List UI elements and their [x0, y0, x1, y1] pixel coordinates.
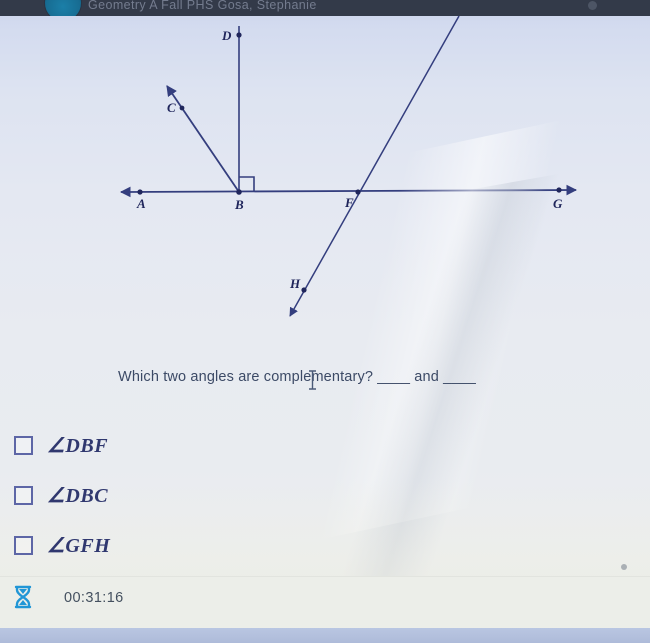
option-row-0[interactable]: ∠DBF: [14, 420, 314, 470]
point-label-A: A: [136, 196, 146, 211]
point-G: [556, 187, 562, 193]
checkbox-unchecked-icon[interactable]: [14, 535, 33, 555]
bottom-edge-strip: [0, 628, 650, 643]
hourglass-icon: [14, 585, 32, 609]
point-label-H: H: [289, 276, 301, 291]
option-label-0: ∠DBF: [47, 434, 109, 457]
timer-text: 00:31:16: [64, 590, 124, 606]
checkbox-unchecked-icon[interactable]: [14, 485, 33, 505]
checkbox-unchecked-icon[interactable]: [14, 435, 33, 455]
quiz-screen: Geometry A Fall PHS Gosa, Stephanie A B …: [0, 0, 650, 643]
point-label-G: G: [553, 196, 563, 211]
answer-options-list: ∠DBF ∠DBC ∠GFH: [14, 420, 314, 570]
screen-speck: [621, 564, 627, 570]
geometry-svg: A B C D F G H: [119, 15, 578, 317]
point-label-B: B: [234, 197, 244, 212]
point-H: [301, 287, 307, 293]
point-A: [137, 189, 143, 195]
question-text: Which two angles are complementary? ____…: [118, 369, 476, 385]
point-F: [355, 189, 361, 195]
point-D: [236, 32, 242, 38]
option-row-1[interactable]: ∠DBC: [14, 470, 314, 520]
point-C: [179, 105, 185, 111]
geometry-figure: A B C D F G H: [0, 0, 650, 360]
right-angle-marker: [239, 176, 255, 192]
line-through-F-H: [289, 15, 460, 317]
option-row-2[interactable]: ∠GFH: [14, 520, 314, 570]
point-label-F: F: [344, 195, 354, 210]
point-label-D: D: [221, 28, 232, 43]
option-label-1: ∠DBC: [47, 484, 109, 507]
line-AG: [119, 184, 578, 198]
ray-BC: [166, 85, 240, 193]
option-label-2: ∠GFH: [47, 534, 111, 557]
point-label-C: C: [167, 100, 176, 115]
point-B: [236, 189, 242, 195]
